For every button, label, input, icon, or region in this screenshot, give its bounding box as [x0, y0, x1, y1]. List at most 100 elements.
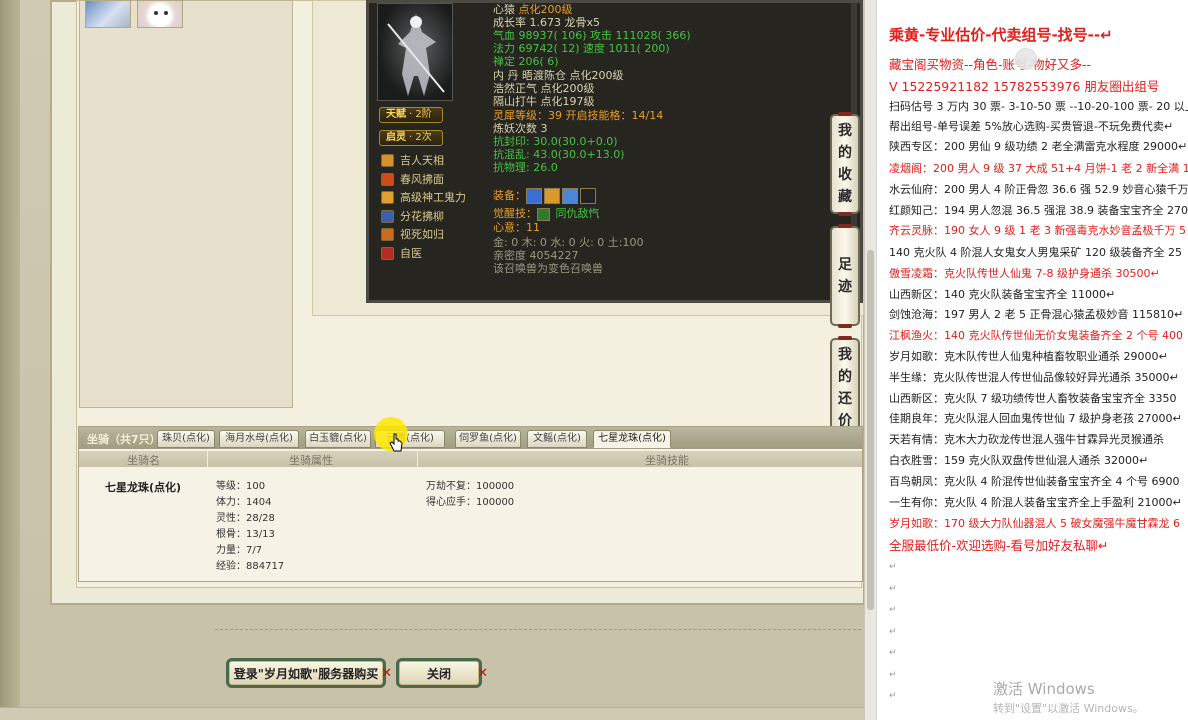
- pet-skill[interactable]: 自医: [381, 246, 422, 261]
- activate-windows-watermark: 激活 Windows: [993, 680, 1095, 698]
- mount-tab[interactable]: 文鳐(点化): [527, 430, 587, 448]
- pet-stat-text: 亲密度 4054227: [493, 249, 579, 262]
- pet-skill-label: 自医: [400, 246, 422, 260]
- pet-stat-text: 抗物理: 26.0: [493, 161, 558, 174]
- badge-value: · 2次: [409, 132, 432, 143]
- document-panel: 乘黄-专业估价-代卖组号-找号--↵ 藏宝阁买物资--角色-账号-物好又多-- V …: [876, 0, 1188, 720]
- game-window: 天赋 · 2阶 启灵 · 2次 吉人天相 春风拂面 高级神工鬼力 分花拂柳 视死如归 自医 心猿…: [0, 0, 876, 720]
- badge-value: · 2阶: [409, 109, 432, 120]
- login-server-buy-button[interactable]: 登录"岁月如歌"服务器购买 ✕: [226, 658, 392, 688]
- paragraph-mark-icon: ↵: [889, 691, 897, 701]
- pet-skill-icon: [381, 154, 394, 167]
- document-line: 白衣胜雪：159 克火队双盘传世仙混人通杀 32000↵: [889, 454, 1149, 467]
- document-line: 傲雪凌霜：克火队传世人仙鬼 7-8 级护身通杀 30500↵: [889, 267, 1160, 280]
- pet-stat-line: 炼妖次数 3: [493, 122, 548, 135]
- mount-table-header: 坐骑名 坐骑属性 坐骑技能: [79, 451, 862, 467]
- pet-stat-line: 法力 69742( 12) 速度 1011( 200): [493, 42, 670, 55]
- pet-stat-line: 气血 98937( 106) 攻击 111028( 366): [493, 29, 691, 42]
- avatar-role-2[interactable]: [137, 0, 183, 28]
- pet-stat-text: 隔山打牛 点化197级: [493, 95, 595, 108]
- mount-tab[interactable]: 海月水母(点化): [219, 430, 299, 448]
- dashed-divider: [215, 629, 861, 630]
- side-btn-footprint[interactable]: 足迹: [830, 224, 860, 328]
- pet-stat-line: 金: 0 木: 0 水: 0 火: 0 土:100: [493, 236, 644, 249]
- equip-slot-icon[interactable]: [544, 188, 560, 204]
- pet-stat-text: 灵犀等级：39 开启技能格：14/14: [493, 109, 664, 122]
- side-btn-counteroffer[interactable]: 我的还价: [830, 336, 860, 440]
- document-line: 陕西专区：200 男仙 9 级功绩 2 老全满雷克水程度 29000↵: [889, 140, 1188, 153]
- pet-stat-line: 抗混乱: 43.0(30.0+13.0): [493, 148, 624, 161]
- side-btn-char: 迹: [838, 279, 852, 295]
- mount-attribute: 根骨：13/13: [216, 529, 275, 540]
- document-line: 帮出组号-单号误差 5%放心选购-买贵管退-不玩免费代卖↵: [889, 120, 1174, 133]
- login-button-label: 登录"岁月如歌"服务器购买: [233, 666, 379, 681]
- pet-skill-label: 春风拂面: [400, 172, 444, 186]
- pet-stat-text: 内 丹 晤渡陈仓 点化200级: [493, 69, 624, 82]
- badge-key: 天赋: [386, 109, 406, 120]
- pet-portrait: [377, 3, 453, 101]
- pet-stat-text: 法力 69742( 12) 速度 1011( 200): [493, 42, 670, 55]
- mount-attribute: 体力：1404: [216, 497, 272, 508]
- pet-skill-label: 吉人天相: [400, 154, 444, 167]
- hand-cursor-icon: [389, 433, 403, 452]
- pet-stat-text: 抗混乱: 43.0(30.0+13.0): [493, 148, 625, 161]
- mount-col-attrs: 坐骑属性: [289, 454, 333, 467]
- pet-stat-line: 隔山打牛 点化197级: [493, 95, 595, 108]
- pet-stat-line: 内 丹 晤渡陈仓 点化200级: [493, 69, 624, 82]
- document-line: 一生有你：克火队 4 阶混人装备宝宝齐全上手盈利 21000↵: [889, 496, 1182, 509]
- sticker-icon: [1015, 48, 1037, 70]
- pet-badge: 启灵 · 2次: [379, 130, 443, 146]
- pet-skill[interactable]: 分花拂柳: [381, 209, 444, 224]
- close-button[interactable]: 关闭 ✕: [396, 658, 488, 688]
- side-btn-char: 的: [838, 145, 852, 161]
- mount-tab[interactable]: 伺罗鱼(点化): [455, 430, 521, 448]
- document-line: V 15225921182 15782553976 朋友圈出组号: [889, 79, 1160, 94]
- pet-skill-icon: [381, 246, 394, 260]
- close-button-label: 关闭: [426, 666, 451, 681]
- equip-slot-icon[interactable]: [562, 188, 578, 204]
- mount-tab[interactable]: 白玉貔(点化): [305, 430, 371, 448]
- page-scrollbar[interactable]: [864, 0, 876, 720]
- equip-slot-icon[interactable]: [526, 188, 542, 204]
- pet-stat-text: 成长率 1.673 龙骨x5: [493, 16, 600, 29]
- pet-stat-text: 抗封印: 30.0(30.0+0.0): [493, 135, 618, 148]
- mount-col-name: 坐骑名: [127, 454, 160, 467]
- pet-stat-line: 该召唤兽为变色召唤兽: [493, 262, 603, 275]
- pet-stat-line: 心意：11: [493, 221, 540, 234]
- mount-col-skills: 坐骑技能: [645, 454, 689, 467]
- pet-skill[interactable]: 春风拂面: [381, 172, 444, 187]
- pet-stat-text-highlight: 同仇敌忾: [552, 207, 600, 220]
- document-line: 剑蚀沧海：197 男人 2 老 5 正骨混心猿孟极妙音 115810↵: [889, 308, 1184, 321]
- pet-stat-line: 觉醒技： 同仇敌忾: [493, 207, 600, 221]
- mount-attribute: 灵性：28/28: [216, 513, 275, 524]
- pet-skill-icon: [381, 209, 394, 223]
- pet-stat-line: 抗物理: 26.0: [493, 161, 558, 174]
- paragraph-mark-icon: ↵: [889, 605, 897, 615]
- pet-skill[interactable]: 高级神工鬼力: [381, 190, 466, 205]
- pet-stat-text: 禅定 206( 6): [493, 55, 559, 68]
- pet-stat-line: 装备：: [493, 188, 598, 204]
- awaken-skill-icon: [537, 207, 550, 221]
- activate-windows-hint: 转到"设置"以激活 Windows。: [993, 702, 1144, 715]
- mount-tab[interactable]: 珠贝(点化): [157, 430, 215, 448]
- document-line: 140 克火队 4 阶混人女鬼女人男鬼采矿 120 级装备齐全 25: [889, 246, 1182, 259]
- pet-stat-text: 心意：11: [493, 221, 540, 234]
- pet-stat-text-highlight: 点化200级: [518, 3, 573, 16]
- mount-attribute: 力量：7/7: [216, 545, 263, 556]
- badge-key: 启灵: [386, 132, 406, 143]
- mount-tab[interactable]: 七星龙珠(点化): [593, 430, 671, 448]
- pet-skill-label: 视死如归: [400, 228, 444, 241]
- page-scrollbar-thumb[interactable]: [867, 250, 874, 610]
- role-avatar-panel: [79, 0, 293, 408]
- paragraph-mark-icon: ↵: [889, 562, 897, 572]
- side-btn-char: 足: [838, 257, 852, 273]
- mount-skill: 得心应手：100000: [426, 497, 515, 508]
- pet-skill[interactable]: 吉人天相: [381, 153, 444, 168]
- pet-skill-icon: [381, 172, 394, 186]
- pet-skill-icon: [381, 228, 394, 241]
- avatar-role-1[interactable]: [85, 0, 131, 28]
- paragraph-mark-icon: ↵: [889, 583, 897, 594]
- equip-slot-icon[interactable]: [580, 188, 596, 204]
- side-btn-favorites[interactable]: 我的收藏: [830, 112, 860, 216]
- pet-skill[interactable]: 视死如归: [381, 227, 444, 242]
